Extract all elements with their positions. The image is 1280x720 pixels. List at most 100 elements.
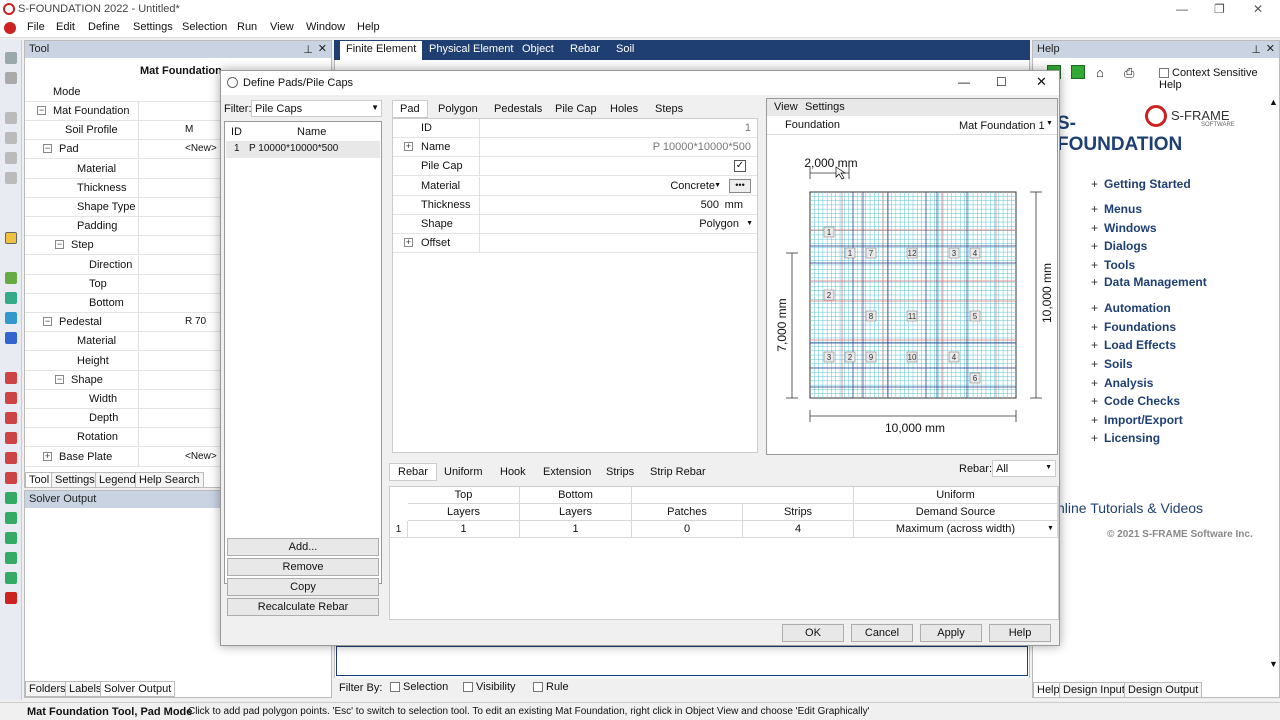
node-icon[interactable] <box>5 272 17 284</box>
menu-run[interactable]: Run <box>237 21 257 33</box>
table-row[interactable]: 1 1 1 0 4 Maximum (across width) ▼ <box>390 521 1058 538</box>
menu-settings[interactable]: Settings <box>133 21 173 33</box>
tab-design-input[interactable]: Design Input <box>1059 682 1129 698</box>
filter-selection[interactable]: Selection <box>390 681 448 693</box>
footing-icon[interactable] <box>5 132 17 144</box>
rule-checkbox[interactable] <box>533 682 543 693</box>
help-scroll-up-icon[interactable]: ▲ <box>1269 97 1278 107</box>
tab-hook[interactable]: Hook <box>500 466 526 478</box>
menu-window[interactable]: Window <box>306 21 345 33</box>
area-load-icon[interactable] <box>5 312 17 324</box>
close-panel-icon[interactable]: ✕ <box>318 42 327 55</box>
box-icon-1[interactable] <box>5 372 17 384</box>
help-forward-icon[interactable] <box>1071 65 1085 79</box>
box-icon-10[interactable] <box>5 552 17 564</box>
tab-strip-rebar[interactable]: Strip Rebar <box>650 466 706 478</box>
help-link[interactable]: + Menus <box>1091 202 1142 216</box>
menu-file[interactable]: File <box>27 21 45 33</box>
ok-button[interactable]: OK <box>782 624 844 642</box>
tab-tool[interactable]: Tool <box>25 472 54 488</box>
tab-settings[interactable]: Settings <box>51 472 99 488</box>
menu-view[interactable]: View <box>270 21 294 33</box>
tab-strips[interactable]: Strips <box>606 466 634 478</box>
load-icon[interactable] <box>5 292 17 304</box>
help-link[interactable]: + Foundations <box>1091 320 1176 334</box>
demand-dropdown-icon[interactable]: ▼ <box>1047 525 1054 532</box>
help-link[interactable]: + Import/Export <box>1091 413 1183 427</box>
tab-extension[interactable]: Extension <box>543 466 591 478</box>
help-link[interactable]: + Code Checks <box>1091 394 1180 408</box>
box-icon-9[interactable] <box>5 532 17 544</box>
stop-icon[interactable] <box>5 592 17 604</box>
tab-rebar-main[interactable]: Rebar <box>389 463 437 481</box>
help-link[interactable]: + Automation <box>1091 301 1171 315</box>
zoom-icon[interactable] <box>5 572 17 584</box>
menu-define[interactable]: Define <box>88 21 120 33</box>
demand-source-select[interactable]: Maximum (across width) <box>854 521 1058 538</box>
expand-icon[interactable]: + <box>43 451 52 461</box>
help-home-icon[interactable]: ⌂ <box>1096 65 1104 80</box>
box-icon-5[interactable] <box>5 452 17 464</box>
help-pin-icon[interactable]: ⊥ <box>1251 43 1261 56</box>
tab-rebar[interactable]: Rebar <box>570 43 600 55</box>
cancel-button[interactable]: Cancel <box>851 624 913 642</box>
tab-physical-element[interactable]: Physical Element <box>429 43 513 55</box>
tab-solver-output[interactable]: Solver Output <box>100 681 176 697</box>
help-link[interactable]: + Analysis <box>1091 376 1153 390</box>
box-icon-7[interactable] <box>5 492 17 504</box>
box-icon-8[interactable] <box>5 512 17 524</box>
visibility-checkbox[interactable] <box>463 682 473 693</box>
filter-visibility[interactable]: Visibility <box>463 681 516 693</box>
tab-finite-element[interactable]: Finite Element <box>340 41 423 60</box>
selection-checkbox[interactable] <box>390 682 400 693</box>
down-arrow-icon[interactable] <box>5 332 17 344</box>
tool-icon[interactable] <box>5 72 17 84</box>
help-link[interactable]: + Getting Started <box>1091 177 1191 191</box>
close-icon[interactable]: ✕ <box>1253 2 1263 16</box>
expand-icon[interactable]: − <box>55 240 64 250</box>
minimize-icon[interactable]: — <box>1176 2 1188 16</box>
pile-label: 7 <box>869 249 874 258</box>
help-link[interactable]: + Dialogs <box>1091 239 1147 253</box>
help-link[interactable]: + Soils <box>1091 357 1133 371</box>
help-link[interactable]: + Load Effects <box>1091 338 1176 352</box>
tab-soil[interactable]: Soil <box>616 43 634 55</box>
tab-uniform[interactable]: Uniform <box>444 466 483 478</box>
tab-folders[interactable]: Folders <box>25 681 70 697</box>
expand-icon[interactable]: − <box>43 144 52 154</box>
help-link[interactable]: + Licensing <box>1091 431 1160 445</box>
help-link[interactable]: + Data Management <box>1091 275 1207 289</box>
tab-object[interactable]: Object <box>522 43 554 55</box>
filter-rule[interactable]: Rule <box>533 681 569 693</box>
tab-legend[interactable]: Legend <box>95 472 140 488</box>
help-link[interactable]: + Tools <box>1091 258 1135 272</box>
tutorials-link[interactable]: nline Tutorials & Videos <box>1057 500 1203 516</box>
help-close-icon[interactable]: ✕ <box>1266 42 1275 55</box>
help-button[interactable]: Help <box>989 624 1051 642</box>
menu-selection[interactable]: Selection <box>182 21 227 33</box>
apply-button[interactable]: Apply <box>920 624 982 642</box>
box-icon-3[interactable] <box>5 412 17 424</box>
help-link[interactable]: + Windows <box>1091 221 1157 235</box>
tab-help-search[interactable]: Help Search <box>135 472 204 488</box>
expand-icon[interactable]: − <box>43 317 52 327</box>
tab-design-output[interactable]: Design Output <box>1124 682 1203 698</box>
help-print-icon[interactable]: ⎙ <box>1124 65 1134 81</box>
menu-edit[interactable]: Edit <box>56 21 75 33</box>
mat-foundation-icon[interactable] <box>5 232 17 244</box>
rebar-filter-select[interactable]: All ▼ <box>992 460 1056 477</box>
pad-icon[interactable] <box>5 112 17 124</box>
box-icon-4[interactable] <box>5 432 17 444</box>
expand-icon[interactable]: − <box>55 374 64 384</box>
piles-icon[interactable] <box>5 152 17 164</box>
expand-icon[interactable]: − <box>37 106 46 115</box>
select-arrow-icon[interactable] <box>5 52 17 64</box>
box-icon-6[interactable] <box>5 472 17 484</box>
context-help-checkbox[interactable] <box>1159 68 1169 79</box>
box-icon-2[interactable] <box>5 392 17 404</box>
menu-help[interactable]: Help <box>357 21 380 33</box>
maximize-icon[interactable]: ❐ <box>1214 2 1225 16</box>
pile-group-icon[interactable] <box>5 172 17 184</box>
help-scroll-down-icon[interactable]: ▼ <box>1269 659 1278 669</box>
pin-icon[interactable]: ⊥ <box>303 43 313 56</box>
